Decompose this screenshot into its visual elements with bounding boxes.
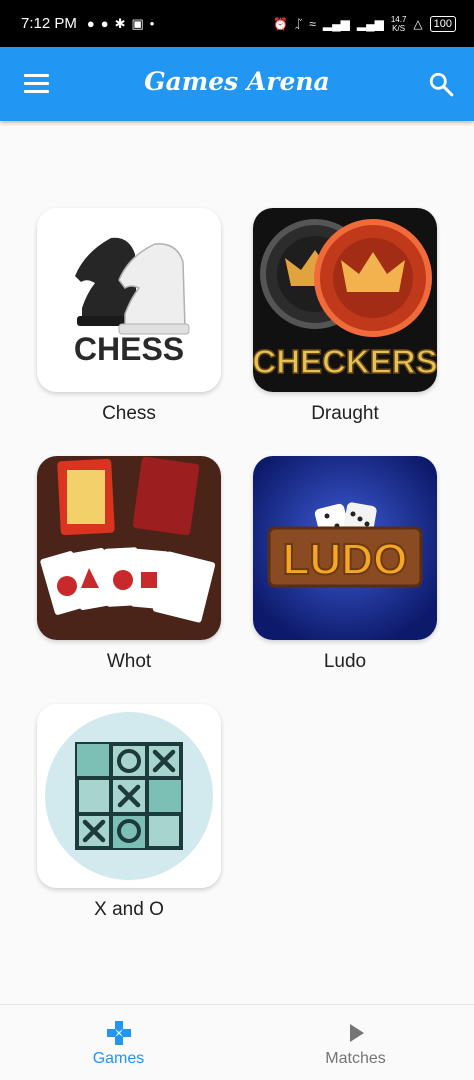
search-icon bbox=[429, 72, 454, 97]
game-label-draught: Draught bbox=[311, 403, 379, 424]
game-label-whot: Whot bbox=[106, 651, 152, 672]
status-time: 7:12 PM bbox=[21, 15, 77, 32]
game-tile-chess[interactable]: CHESS bbox=[37, 208, 221, 392]
snapchat-icon: ● bbox=[86, 16, 95, 31]
alarm-icon: ⏰ bbox=[273, 16, 289, 31]
wifi-icon: ≈ bbox=[309, 16, 316, 31]
flask-icon: △ bbox=[413, 16, 423, 31]
snapchat-icon: ● bbox=[100, 16, 109, 31]
checkers-logo-text: CHECKERS bbox=[253, 343, 437, 380]
status-bar: 7:12 PM ● ● ✱ ▣ • ⏰ ᛢ ≈ ▂▄▆ ▂▄▆ 14.7 K/S … bbox=[0, 0, 474, 47]
bluetooth-icon: ᛢ bbox=[295, 16, 303, 31]
ludo-logo-text: LUDO bbox=[283, 535, 408, 584]
game-tile-ludo[interactable]: LUDO bbox=[253, 456, 437, 640]
system-icons: ⏰ ᛢ ≈ ▂▄▆ ▂▄▆ 14.7 K/S △ 100 bbox=[273, 15, 456, 33]
play-icon bbox=[349, 1024, 364, 1042]
whot-logo bbox=[37, 456, 221, 640]
tic-tac-toe-logo bbox=[37, 704, 221, 888]
gamepad-icon bbox=[106, 1021, 131, 1045]
chess-logo: CHESS bbox=[37, 208, 221, 392]
app-title: Games Arena bbox=[144, 67, 330, 96]
slack-icon: ✱ bbox=[114, 15, 126, 31]
nav-matches[interactable]: Matches bbox=[237, 1005, 474, 1080]
nav-games[interactable]: Games bbox=[0, 1005, 237, 1080]
game-label-x-and-o: X and O bbox=[94, 899, 164, 920]
game-tile-whot[interactable] bbox=[37, 456, 221, 640]
game-label-ludo: Ludo bbox=[323, 651, 367, 672]
game-label-chess: Chess bbox=[102, 403, 156, 424]
ludo-logo: LUDO bbox=[253, 456, 437, 640]
signal-icon: ▂▄▆ bbox=[322, 16, 350, 31]
app-icon: ▣ bbox=[131, 15, 144, 31]
game-tile-draught[interactable]: CHECKERS bbox=[253, 208, 437, 392]
chess-logo-text: CHESS bbox=[74, 331, 184, 367]
notification-icons: ● ● ✱ ▣ • bbox=[87, 16, 154, 32]
game-tile-x-and-o[interactable] bbox=[37, 704, 221, 888]
checkers-logo: CHECKERS bbox=[253, 208, 437, 392]
app-bar: Games Arena bbox=[0, 47, 474, 121]
nav-matches-label: Matches bbox=[325, 1050, 386, 1067]
search-button[interactable] bbox=[428, 71, 454, 97]
signal-icon: ▂▄▆ bbox=[356, 16, 384, 31]
battery-icon: 100 bbox=[429, 15, 456, 32]
bottom-nav: Games Matches bbox=[0, 1004, 474, 1080]
dot-icon: • bbox=[149, 16, 155, 31]
network-speed: 14.7 K/S bbox=[390, 14, 407, 33]
nav-games-label: Games bbox=[92, 1050, 145, 1067]
